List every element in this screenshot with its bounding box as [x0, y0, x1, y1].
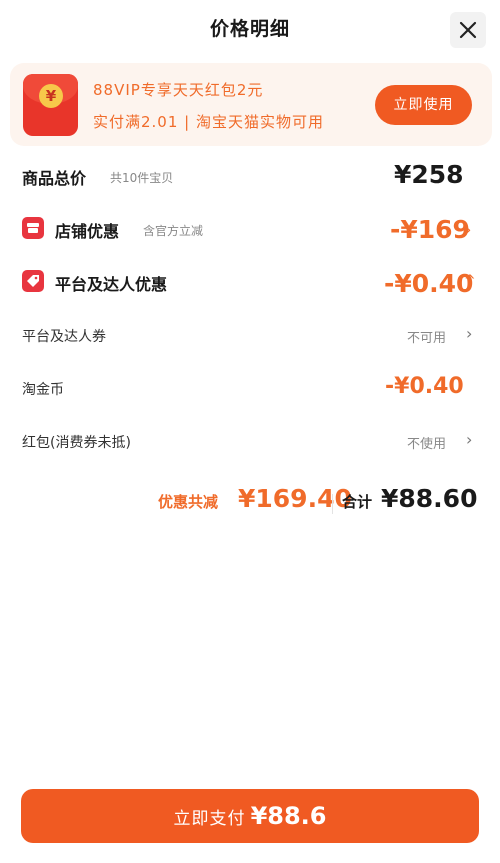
page-title: 价格明细	[209, 18, 290, 40]
close-icon	[459, 21, 477, 39]
use-now-button[interactable]: 立即使用	[375, 85, 472, 125]
tao-coin-value: -¥0.40	[385, 374, 464, 399]
goods-total-label: 商品总价	[22, 169, 87, 188]
chevron-right-icon[interactable]: ›	[466, 430, 472, 449]
divider	[332, 494, 333, 514]
chevron-up-icon[interactable]: ^	[464, 273, 476, 289]
tag-icon	[22, 270, 44, 292]
grand-total-label: 合计	[342, 493, 373, 511]
grand-total-value: ¥88.60	[381, 484, 478, 513]
store-icon	[22, 217, 44, 239]
store-discount-label: 店铺优惠	[55, 222, 120, 241]
platform-coupon-status[interactable]: 不可用	[407, 327, 446, 346]
goods-total-value: ¥258	[394, 160, 464, 189]
close-button[interactable]	[450, 12, 486, 48]
promo-condition: 实付满2.01 | 淘宝天猫实物可用	[93, 113, 324, 131]
red-packet-label: 红包(消费券未抵)	[22, 435, 131, 451]
pay-amount: ¥88.6	[250, 802, 327, 830]
promo-title: 88VIP专享天天红包2元	[93, 81, 264, 99]
chevron-right-icon[interactable]: ›	[466, 324, 472, 343]
total-discount-value: ¥169.40	[238, 484, 352, 513]
tao-coin-label: 淘金币	[22, 382, 64, 398]
red-packet-icon: ¥	[23, 74, 78, 136]
red-packet-status[interactable]: 不使用	[407, 433, 446, 452]
yuan-coin-icon: ¥	[39, 84, 63, 108]
vip-redpacket-banner: ¥ 88VIP专享天天红包2元 实付满2.01 | 淘宝天猫实物可用 立即使用	[10, 63, 492, 146]
pay-now-label: 立即支付	[173, 809, 246, 829]
platform-coupon-label: 平台及达人券	[22, 329, 106, 345]
platform-discount-label: 平台及达人优惠	[55, 275, 168, 294]
store-discount-value[interactable]: -¥169	[390, 215, 470, 244]
goods-count: 共10件宝贝	[110, 171, 174, 185]
chevron-right-icon[interactable]: ›	[465, 220, 471, 239]
platform-discount-value[interactable]: -¥0.40	[384, 269, 473, 298]
total-discount-label: 优惠共减	[158, 493, 219, 511]
pay-now-button[interactable]: 立即支付 ¥88.6	[21, 789, 479, 843]
store-discount-note: 含官方立减	[143, 224, 204, 238]
header: 价格明细	[0, 0, 500, 58]
